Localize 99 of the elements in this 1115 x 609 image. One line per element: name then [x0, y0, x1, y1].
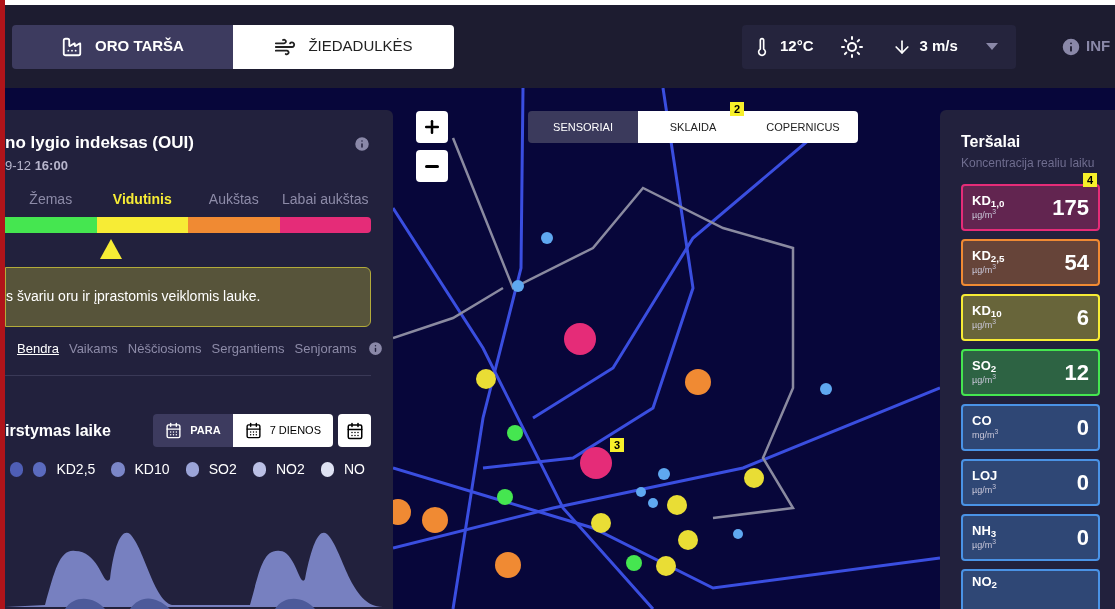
period-toggle[interactable]: 7 DIENOS: [232, 414, 333, 447]
level-label: Aukštas: [207, 189, 260, 209]
unit-text: µg/m$^{3}$: [972, 482, 997, 497]
unit-text: mg/m$^{3}$: [972, 427, 999, 442]
wind-speed-text: 3 m/s: [919, 36, 958, 57]
panel-subtitle: Koncentracija realiu laiku: [961, 155, 1096, 172]
pollutant-value: 0: [1076, 524, 1089, 552]
legend-label: NO: [344, 460, 365, 479]
pollutant-card[interactable]: SO$_{2}$ µg/m$^{3}$ 12: [961, 349, 1100, 396]
pollutant-value: 0: [1076, 414, 1089, 442]
sensor-dot[interactable]: [626, 555, 642, 571]
pollutant-name: LOJ: [972, 468, 998, 483]
calendar-icon: [244, 422, 262, 439]
sensor-dot[interactable]: [820, 383, 832, 395]
number-tag: 3: [610, 438, 625, 452]
sensor-dot[interactable]: [678, 530, 698, 550]
calendar-icon: [165, 422, 183, 439]
audience-tab[interactable]: Vaikams: [68, 338, 118, 358]
pollutant-value: 175: [1052, 194, 1089, 222]
zoom-in-button[interactable]: [416, 111, 448, 143]
sensor-dot[interactable]: [476, 369, 496, 389]
info-link[interactable]: INF: [1060, 35, 1111, 58]
pollutant-name: SO$_{2}$: [972, 358, 997, 373]
factory-icon: [61, 35, 84, 58]
pollutant-value: 6: [1076, 304, 1089, 332]
pollutant-card[interactable]: KD$_{2,5}$ µg/m$^{3}$ 54: [961, 239, 1100, 286]
sensor-dot[interactable]: [733, 529, 743, 539]
audience-tab[interactable]: Nėščiosioms: [127, 338, 202, 358]
pollutant-card[interactable]: NH$_{3}$ µg/m$^{3}$ 0: [961, 514, 1100, 561]
sensor-dot[interactable]: [541, 232, 553, 244]
map[interactable]: SENSORIAI SKLAIDA COPERNICUS 2 3: [393, 88, 940, 609]
dropdown-caret-icon[interactable]: [985, 43, 998, 50]
pollutant-card[interactable]: KD$_{1,0}$ µg/m$^{3}$ 175: [961, 184, 1100, 231]
calendar-button[interactable]: [338, 414, 371, 447]
map-source-tab[interactable]: SENSORIAI: [528, 111, 638, 143]
sensor-dot[interactable]: [685, 369, 711, 395]
audience-tab[interactable]: Senjorams: [294, 338, 357, 358]
mode-tab[interactable]: ORO TARŠA: [12, 24, 233, 69]
unit-text: µg/m$^{3}$: [972, 263, 996, 277]
level-label: Vidutinis: [111, 189, 173, 209]
sensor-dot[interactable]: [497, 489, 513, 505]
sensor-dot[interactable]: [495, 552, 521, 578]
audience-tab[interactable]: Bendra: [17, 338, 59, 358]
sensor-dot[interactable]: [658, 468, 670, 480]
pollutant-name: KD$_{1,0}$: [972, 193, 1005, 208]
sensor-dot[interactable]: [512, 280, 524, 292]
pollutant-name: NH$_{3}$: [972, 523, 997, 538]
timestamp: 9-12 16:00: [5, 157, 69, 175]
legend-label: NO2: [276, 460, 305, 479]
pollutant-value: 0: [1076, 469, 1089, 497]
panel-title: no lygio indeksas (OUI): [5, 132, 194, 154]
zoom-out-button[interactable]: [416, 150, 448, 182]
level-label: Labai aukštas: [281, 189, 370, 209]
pointer-triangle-icon: [99, 238, 122, 259]
sensor-dot[interactable]: [507, 425, 523, 441]
sensor-dot[interactable]: [580, 447, 612, 479]
sun-icon: [839, 34, 864, 59]
unit-text: µg/m$^{3}$: [972, 208, 996, 222]
pollutant-card[interactable]: CO mg/m$^{3}$ 0: [961, 404, 1100, 451]
mode-tab[interactable]: ŽIEDADULKĖS: [233, 24, 454, 69]
sensor-dot[interactable]: [636, 487, 646, 497]
audience-tab[interactable]: Sergantiems: [211, 338, 285, 358]
number-tag: 2: [730, 102, 745, 116]
sensor-dot[interactable]: [591, 513, 611, 533]
pollutant-card[interactable]: NO$_{2}$: [961, 569, 1100, 609]
sensor-dot[interactable]: [744, 468, 764, 488]
unit-text: µg/m$^{3}$: [972, 537, 997, 552]
info-icon[interactable]: [353, 135, 371, 153]
pollutant-card[interactable]: KD$_{10}$ µg/m$^{3}$ 6: [961, 294, 1100, 341]
unit-text: µg/m$^{3}$: [972, 372, 997, 387]
sensor-dot[interactable]: [422, 507, 448, 533]
pollutant-card[interactable]: LOJ µg/m$^{3}$ 0: [961, 459, 1100, 506]
level-label: Žemas: [28, 189, 74, 209]
sensor-dot[interactable]: [656, 556, 676, 576]
info-icon[interactable]: [366, 339, 384, 357]
calendar-icon: [345, 421, 364, 440]
pollutant-name: CO: [972, 413, 993, 428]
advice-message: s švariu oru ir įprastomis veiklomis lauke.: [5, 266, 371, 327]
sensor-dot[interactable]: [648, 498, 658, 508]
pollutant-name: KD$_{10}$: [972, 303, 1002, 318]
legend-label: KD2,5: [56, 460, 96, 479]
legend-label: KD10: [134, 460, 170, 479]
pollutant-name: KD$_{2,5}$: [972, 248, 1005, 263]
map-source-tab[interactable]: COPERNICUS: [748, 111, 858, 143]
period-toggle[interactable]: PARA: [153, 414, 233, 447]
pollutant-value: 54: [1064, 249, 1089, 277]
plus-icon: [422, 117, 442, 137]
pollutant-name: NO$_{2}$: [972, 575, 997, 589]
section-title: irstymas laike: [5, 420, 111, 441]
legend-label: SO2: [208, 460, 237, 479]
minus-icon: [425, 164, 439, 168]
number-tag: 4: [1083, 173, 1098, 187]
unit-text: µg/m$^{3}$: [972, 317, 997, 332]
pollutant-value: 12: [1064, 359, 1089, 387]
info-icon: [1060, 35, 1082, 58]
temperature-text: 12°C: [780, 36, 814, 57]
sensor-dot[interactable]: [667, 495, 687, 515]
sensor-dot[interactable]: [564, 323, 596, 355]
panel-title: Teršalai: [961, 132, 1022, 152]
